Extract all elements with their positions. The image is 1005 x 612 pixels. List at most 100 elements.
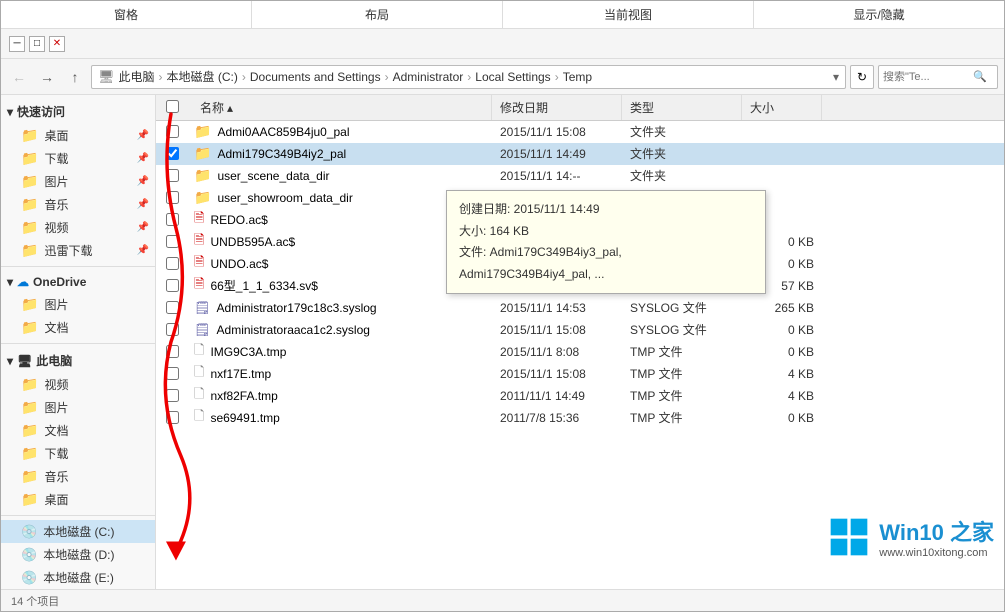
col-header-name[interactable]: 名称 ▴ <box>192 95 492 120</box>
sidebar-item-videos-quick[interactable]: 📁 视频 📌 <box>1 216 155 239</box>
folder-icon: 📁 <box>21 196 38 213</box>
table-row[interactable]: 📁 Admi0AAC859B4ju0_pal 2015/11/1 15:08 文… <box>156 121 1004 143</box>
table-row[interactable]: 🗋 nxf82FA.tmp 2011/11/1 14:49 TMP 文件 4 K… <box>156 385 1004 407</box>
refresh-button[interactable]: ↻ <box>850 65 874 89</box>
file-name: Admi179C349B4iy2_pal <box>217 147 346 161</box>
sidebar-item-pictures-quick[interactable]: 📁 图片 📌 <box>1 170 155 193</box>
tab-layout[interactable]: 布局 <box>252 1 503 28</box>
row-checkbox-3[interactable] <box>156 191 192 204</box>
back-button[interactable]: ← <box>7 65 31 89</box>
sidebar-item-music-quick[interactable]: 📁 音乐 📌 <box>1 193 155 216</box>
file-name: Administrator179c18c3.syslog <box>217 301 377 315</box>
table-row[interactable]: 🗋 IMG9C3A.tmp 2015/11/1 8:08 TMP 文件 0 KB <box>156 341 1004 363</box>
breadcrumb-sep-3: › <box>385 70 389 84</box>
select-all-checkbox[interactable] <box>166 100 179 113</box>
toolbar: ← → ↑ 🖥 此电脑 › 本地磁盘 (C:) › Documents and … <box>1 59 1004 95</box>
drive-icon: 💿 <box>21 570 37 586</box>
onedrive-cloud-icon: ☁ <box>17 275 29 289</box>
sidebar-item-music-pc[interactable]: 📁 音乐 <box>1 465 155 488</box>
row-checkbox-5[interactable] <box>156 235 192 248</box>
sidebar-item-label: 视频 <box>44 376 68 393</box>
address-bar[interactable]: 🖥 此电脑 › 本地磁盘 (C:) › Documents and Settin… <box>91 65 846 89</box>
drive-icon: 💿 <box>21 547 37 563</box>
row-checkbox-1[interactable] <box>156 147 192 160</box>
search-input[interactable] <box>883 71 973 83</box>
close-button[interactable]: ✕ <box>49 36 65 52</box>
table-row[interactable]: 🗋 nxf17E.tmp 2015/11/1 15:08 TMP 文件 4 KB <box>156 363 1004 385</box>
sidebar-item-label: 图片 <box>44 296 68 313</box>
syslog-icon: 🗒 <box>194 322 211 338</box>
table-row[interactable]: 📁 Admi179C349B4iy2_pal 2015/11/1 14:49 文… <box>156 143 1004 165</box>
tab-pane[interactable]: 窗格 <box>1 1 252 28</box>
up-button[interactable]: ↑ <box>63 65 87 89</box>
sidebar-item-videos-pc[interactable]: 📁 视频 <box>1 373 155 396</box>
col-header-date[interactable]: 修改日期 <box>492 95 622 120</box>
row-checkbox-0[interactable] <box>156 125 192 138</box>
row-checkbox-4[interactable] <box>156 213 192 226</box>
sidebar-item-onedrive-pictures[interactable]: 📁 图片 <box>1 293 155 316</box>
sidebar-item-label: 图片 <box>44 399 68 416</box>
row-size-10: 0 KB <box>742 345 822 359</box>
row-checkbox-6[interactable] <box>156 257 192 270</box>
sidebar-item-pictures-pc[interactable]: 📁 图片 <box>1 396 155 419</box>
breadcrumb-local-c[interactable]: 本地磁盘 (C:) <box>167 68 238 85</box>
sidebar-item-label: 迅雷下载 <box>44 242 92 259</box>
table-row[interactable]: 🗒 Administrator179c18c3.syslog 2015/11/1… <box>156 297 1004 319</box>
tab-view[interactable]: 当前视图 <box>503 1 754 28</box>
table-row[interactable]: 📁 user_scene_data_dir 2015/11/1 14:-- 文件… <box>156 165 1004 187</box>
file-name: UNDB595A.ac$ <box>210 235 295 249</box>
main-area: ▾ 快速访问 📁 桌面 📌 📁 下载 📌 📁 图片 📌 📁 音乐 <box>1 95 1004 589</box>
table-row[interactable]: 🗋 se69491.tmp 2011/7/8 15:36 TMP 文件 0 KB <box>156 407 1004 429</box>
row-checkbox-9[interactable] <box>156 323 192 336</box>
sidebar-item-label: 桌面 <box>44 127 68 144</box>
sidebar-item-downloads-quick[interactable]: 📁 下载 📌 <box>1 147 155 170</box>
sidebar-item-drive-c[interactable]: 💿 本地磁盘 (C:) <box>1 520 155 543</box>
this-pc-label: 此电脑 <box>36 352 72 369</box>
breadcrumb-admin[interactable]: Administrator <box>393 70 464 84</box>
row-checkbox-2[interactable] <box>156 169 192 182</box>
row-checkbox-8[interactable] <box>156 301 192 314</box>
sidebar-item-thunder-quick[interactable]: 📁 迅雷下载 📌 <box>1 239 155 262</box>
row-type-9: SYSLOG 文件 <box>622 321 742 338</box>
col-header-type[interactable]: 类型 <box>622 95 742 120</box>
breadcrumb-local-settings[interactable]: Local Settings <box>475 70 550 84</box>
row-name-9: 🗒 Administratoraaca1c2.syslog <box>192 322 492 338</box>
sidebar-item-downloads-pc[interactable]: 📁 下载 <box>1 442 155 465</box>
autocad-icon: 🗎 <box>194 275 204 297</box>
pin-icon: 📌 <box>137 130 149 141</box>
forward-button[interactable]: → <box>35 65 59 89</box>
row-checkbox-7[interactable] <box>156 279 192 292</box>
search-box[interactable]: 🔍 <box>878 65 998 89</box>
sidebar-item-desktop-pc[interactable]: 📁 桌面 <box>1 488 155 511</box>
sidebar-item-onedrive-docs[interactable]: 📁 文档 <box>1 316 155 339</box>
col-header-size[interactable]: 大小 <box>742 95 822 120</box>
breadcrumb-temp[interactable]: Temp <box>563 70 592 84</box>
row-date-8: 2015/11/1 14:53 <box>492 301 622 315</box>
sidebar-section-onedrive[interactable]: ▾ ☁ OneDrive <box>1 271 155 293</box>
folder-icon: 📁 <box>21 491 38 508</box>
row-checkbox-12[interactable] <box>156 389 192 402</box>
row-checkbox-11[interactable] <box>156 367 192 380</box>
row-checkbox-13[interactable] <box>156 411 192 424</box>
maximize-button[interactable]: □ <box>29 36 45 52</box>
file-name: Admi0AAC859B4ju0_pal <box>217 125 349 139</box>
tab-show-hide[interactable]: 显示/隐藏 <box>754 1 1004 28</box>
address-dropdown-icon[interactable]: ▾ <box>833 70 839 84</box>
minimize-button[interactable]: ─ <box>9 36 25 52</box>
sidebar-item-desktop-quick[interactable]: 📁 桌面 📌 <box>1 124 155 147</box>
content-area: 名称 ▴ 修改日期 类型 大小 📁 <box>156 95 1004 589</box>
sidebar-item-docs-pc[interactable]: 📁 文档 <box>1 419 155 442</box>
sidebar-item-drive-d[interactable]: 💿 本地磁盘 (D:) <box>1 543 155 566</box>
sidebar-section-this-pc[interactable]: ▾ 🖥 此电脑 <box>1 348 155 373</box>
table-row[interactable]: 🗒 Administratoraaca1c2.syslog 2015/11/1 … <box>156 319 1004 341</box>
breadcrumb-this-pc[interactable]: 此电脑 <box>119 68 155 85</box>
row-date-12: 2011/11/1 14:49 <box>492 389 622 403</box>
breadcrumb-docs[interactable]: Documents and Settings <box>250 70 381 84</box>
row-checkbox-10[interactable] <box>156 345 192 358</box>
search-icon[interactable]: 🔍 <box>973 70 987 83</box>
sidebar-section-quick-access[interactable]: ▾ 快速访问 <box>1 99 155 124</box>
sidebar-item-drive-e[interactable]: 💿 本地磁盘 (E:) <box>1 566 155 589</box>
file-tooltip: 创建日期: 2015/11/1 14:49 大小: 164 KB 文件: Adm… <box>446 190 766 294</box>
folder-icon: 📁 <box>21 242 38 259</box>
status-text: 14 个项目 <box>11 593 59 609</box>
